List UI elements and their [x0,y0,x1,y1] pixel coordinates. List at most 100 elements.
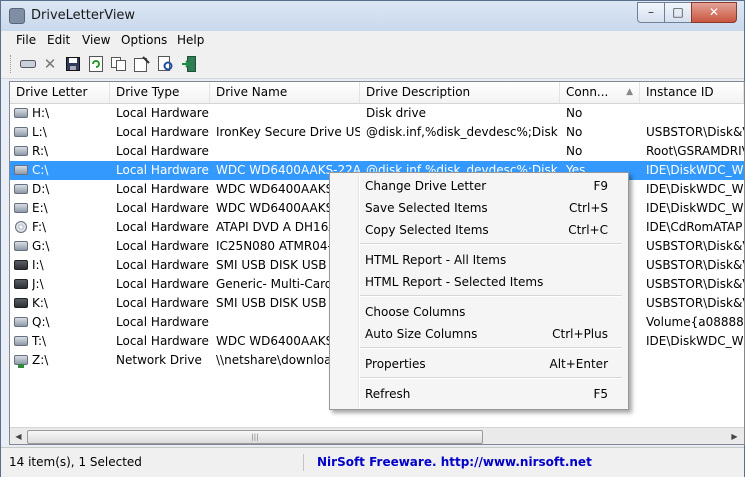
context-menu-shortcut: F5 [593,387,608,401]
cell-iid: USBSTOR\Disk&V [646,277,744,291]
cell-iid: IDE\DiskWDC_WI [646,201,744,215]
context-menu-item[interactable]: HTML Report - Selected Items [332,271,626,293]
context-menu-shortcut: Alt+Enter [549,357,608,371]
col-drive-letter[interactable]: Drive Letter [10,82,110,103]
context-menu-shortcut: Ctrl+C [568,223,608,237]
context-menu-label: Choose Columns [365,305,466,319]
cell-letter: J:\ [32,277,44,291]
cell-letter: I:\ [32,258,44,272]
context-menu-item[interactable]: HTML Report - All Items [332,249,626,271]
cell-type: Local Hardware [116,277,209,291]
close-button[interactable]: ✕ [691,2,737,23]
cell-type: Local Hardware [116,125,209,139]
context-menu-label: Refresh [365,387,411,401]
col-connected[interactable]: Conn... ▲ [560,82,640,103]
cell-letter: D:\ [32,182,50,196]
menu-bar: File Edit View Options Help [1,31,744,51]
maximize-button[interactable]: □ [664,2,692,23]
cell-type: Local Hardware [116,201,209,215]
delete-x-icon[interactable]: ✕ [41,55,59,73]
scroll-left-icon[interactable]: ◀ [11,430,26,443]
scroll-thumb[interactable]: ||| [27,430,483,444]
menu-options[interactable]: Options [121,33,167,47]
minimize-button[interactable]: – [637,2,665,23]
cell-letter: E:\ [32,201,48,215]
hard-drive-icon [14,317,28,327]
table-row[interactable]: H:\ Local Hardware Disk drive No [10,104,744,123]
drive-icon[interactable] [19,55,37,73]
cell-type: Local Hardware [116,144,209,158]
list-header: Drive Letter Drive Type Drive Name Drive… [10,82,744,104]
context-menu-label: Copy Selected Items [365,223,489,237]
cell-letter: K:\ [32,296,48,310]
copy-icon[interactable] [110,55,128,73]
context-menu-separator [360,295,622,297]
cell-desc [366,142,560,161]
col-drive-description[interactable]: Drive Description [360,82,560,103]
context-menu-separator [360,377,622,379]
context-menu: Change Drive Letter F9 Save Selected Items… [329,172,629,410]
context-menu-shortcut: Ctrl+S [568,201,608,215]
cell-iid: USBSTOR\Disk&V [646,125,744,139]
menu-view[interactable]: View [82,33,110,47]
hard-drive-icon [14,203,28,213]
context-menu-item[interactable]: Change Drive Letter F9 [332,175,626,197]
hard-drive-icon [14,165,28,175]
hard-drive-icon [14,184,28,194]
context-menu-shortcut: F9 [593,179,608,193]
menu-file[interactable]: File [16,33,36,47]
context-menu-item[interactable]: Properties Alt+Enter [332,353,626,375]
context-menu-label: Save Selected Items [365,201,488,215]
cdrom-icon [15,221,27,233]
table-row[interactable]: R:\ Local Hardware No Root\GSRAMDRIV [10,142,744,161]
cell-iid: USBSTOR\Disk&V [646,258,744,272]
usb-drive-icon [14,260,28,270]
cell-letter: Z:\ [32,353,49,367]
cell-letter: R:\ [32,144,49,158]
context-menu-item[interactable]: Auto Size Columns Ctrl+Plus [332,323,626,345]
cell-iid: IDE\DiskWDC_WI [646,163,744,177]
cell-iid: IDE\DiskWDC_WI [646,182,744,196]
context-menu-item[interactable]: Save Selected Items Ctrl+S [332,197,626,219]
usb-drive-icon [14,298,28,308]
scroll-right-icon[interactable]: ▶ [727,430,742,443]
cell-name [216,142,360,161]
properties-icon[interactable] [133,55,151,73]
menu-edit[interactable]: Edit [47,33,70,47]
hard-drive-icon [14,336,28,346]
cell-letter: F:\ [32,220,47,234]
col-instance-id[interactable]: Instance ID [640,82,744,103]
cell-type: Local Hardware [116,163,209,177]
sort-arrow-icon: ▲ [626,87,633,97]
cell-type: Local Hardware [116,220,209,234]
find-icon[interactable] [157,55,175,73]
cell-iid: Volume{a0888804 [646,315,744,329]
window-title: DriveLetterView [31,8,136,23]
cell-type: Network Drive [116,353,202,367]
refresh-icon[interactable] [87,55,105,73]
cell-type: Local Hardware [116,334,209,348]
title-bar[interactable]: DriveLetterView – □ ✕ [1,1,744,31]
context-menu-label: Auto Size Columns [365,327,478,341]
col-drive-name[interactable]: Drive Name [210,82,360,103]
context-menu-item[interactable]: Refresh F5 [332,383,626,405]
context-menu-item[interactable]: Copy Selected Items Ctrl+C [332,219,626,241]
app-icon [9,8,25,24]
cell-type: Local Hardware [116,182,209,196]
cell-name: IronKey Secure Drive US... [216,125,360,139]
cell-iid: Root\GSRAMDRIV [646,144,744,158]
menu-help[interactable]: Help [177,33,204,47]
save-icon[interactable] [64,55,82,73]
cell-letter: G:\ [32,239,50,253]
context-menu-item[interactable]: Choose Columns [332,301,626,323]
horizontal-scrollbar[interactable]: ◀ ||| ▶ [10,427,744,444]
exit-icon[interactable] [180,55,198,73]
table-row[interactable]: L:\ Local Hardware IronKey Secure Drive US… [10,123,744,142]
status-credit-link[interactable]: NirSoft Freeware. http://www.nirsoft.net [317,454,592,471]
col-drive-type[interactable]: Drive Type [110,82,210,103]
cell-type: Local Hardware [116,239,209,253]
toolbar: ✕ [1,51,744,79]
hard-drive-icon [14,146,28,156]
cell-letter: H:\ [32,106,50,120]
hard-drive-icon [14,241,28,251]
